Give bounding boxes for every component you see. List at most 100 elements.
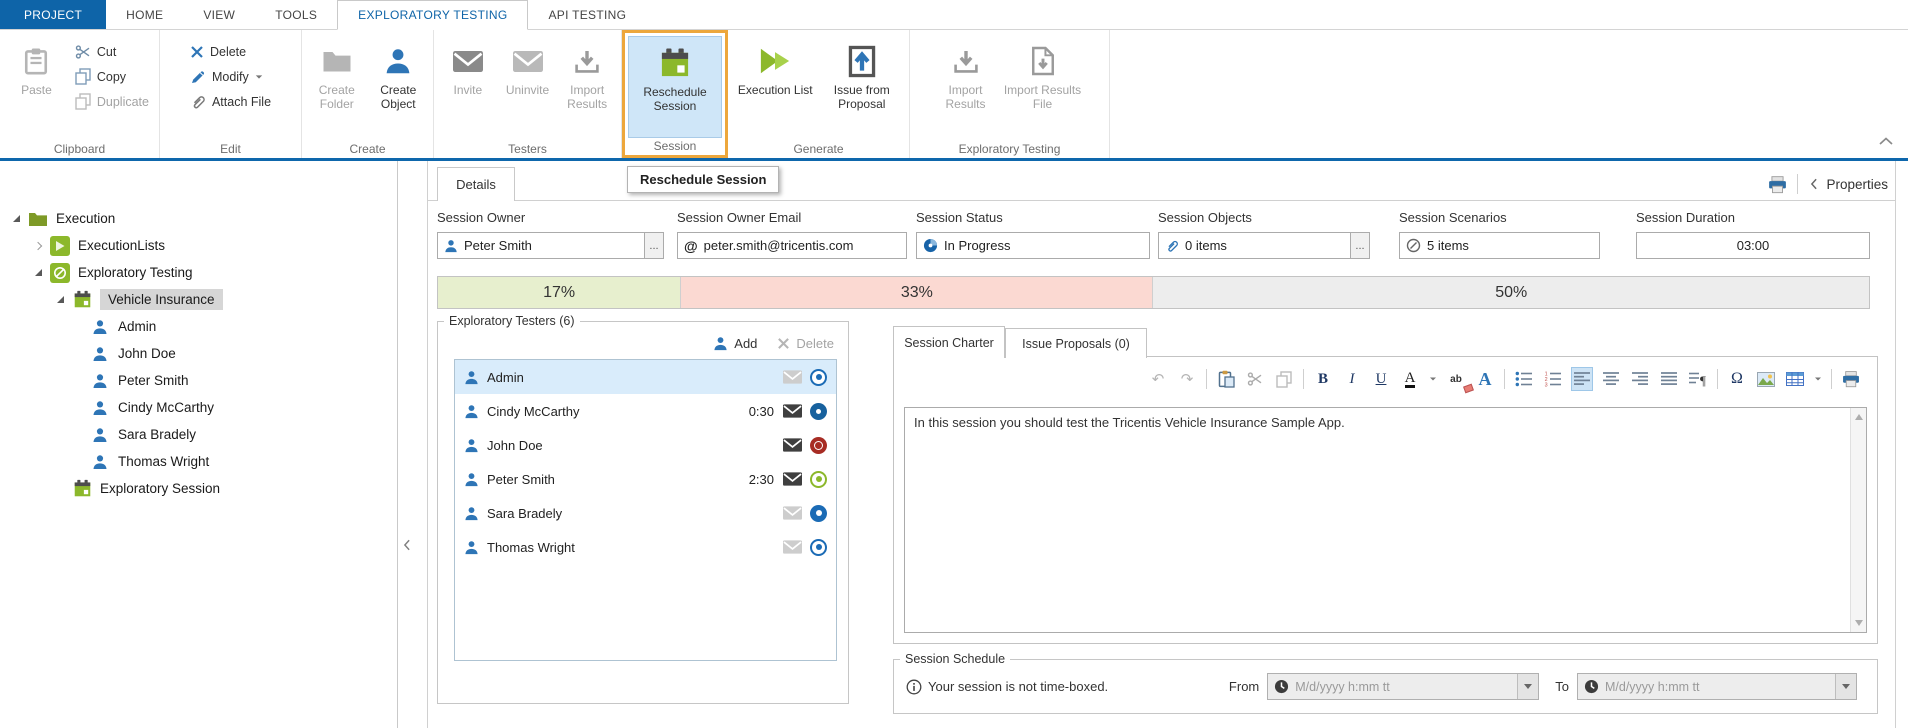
font-color-dropdown-caret[interactable] <box>1430 378 1436 381</box>
group-label-testers: Testers <box>434 142 621 156</box>
tab-session-charter[interactable]: Session Charter <box>893 326 1005 358</box>
delete-tester-button[interactable]: Delete <box>777 336 834 351</box>
uninvite-button[interactable]: Uninvite <box>500 35 556 133</box>
expander-icon[interactable] <box>10 213 22 225</box>
testers-import-results-button[interactable]: Import Results <box>559 35 615 133</box>
undo-icon[interactable]: ↶ <box>1148 368 1168 390</box>
session-objects-browse-button[interactable]: ... <box>1351 232 1370 259</box>
reschedule-session-button[interactable]: Reschedule Session <box>628 36 722 138</box>
tester-row-peter-smith[interactable]: Peter Smith 2:30 <box>455 462 836 496</box>
charter-text-area[interactable]: In this session you should test the Tric… <box>904 407 1867 633</box>
tab-tools[interactable]: TOOLS <box>255 0 337 29</box>
create-folder-button[interactable]: Create Folder <box>308 35 366 133</box>
mail-icon[interactable] <box>783 438 802 452</box>
session-owner-browse-button[interactable]: ... <box>645 232 664 259</box>
session-status-input[interactable]: In Progress <box>916 232 1150 259</box>
modify-button[interactable]: Modify <box>186 64 275 89</box>
tab-exploratory-testing[interactable]: EXPLORATORY TESTING <box>337 0 528 30</box>
tab-api-testing[interactable]: API TESTING <box>528 0 646 29</box>
scroll-down-icon[interactable] <box>1855 620 1863 626</box>
tree-item-exploratory-testing[interactable]: Exploratory Testing <box>0 259 397 286</box>
cut-button[interactable]: Cut <box>71 39 153 64</box>
tree-item-execution[interactable]: Execution <box>0 205 397 232</box>
numbered-list-icon[interactable] <box>1543 368 1563 390</box>
tester-row-cindy-mccarthy[interactable]: Cindy McCarthy 0:30 <box>455 394 836 428</box>
expander-icon[interactable] <box>32 267 44 279</box>
session-objects-input[interactable]: 0 items <box>1158 232 1351 259</box>
highlight-button[interactable]: ab <box>1446 368 1466 390</box>
tree-item-executionlists[interactable]: ExecutionLists <box>0 232 397 259</box>
session-duration-input[interactable]: 03:00 <box>1636 232 1870 259</box>
tree-item-peter-smith[interactable]: Peter Smith <box>0 367 397 394</box>
tree-item-admin[interactable]: Admin <box>0 313 397 340</box>
to-dropdown-button[interactable] <box>1835 674 1856 699</box>
tree-item-exploratory-session[interactable]: Exploratory Session <box>0 475 397 502</box>
bold-button[interactable]: B <box>1313 368 1333 390</box>
tree-item-vehicle-insurance[interactable]: Vehicle Insurance <box>0 286 397 313</box>
justify-icon[interactable] <box>1659 368 1679 390</box>
tab-project[interactable]: PROJECT <box>0 0 106 29</box>
paste-icon[interactable] <box>1216 368 1236 390</box>
tab-view[interactable]: VIEW <box>183 0 255 29</box>
charter-scrollbar[interactable] <box>1850 408 1866 632</box>
tree-item-cindy-mccarthy[interactable]: Cindy McCarthy <box>0 394 397 421</box>
tab-issue-proposals[interactable]: Issue Proposals (0) <box>1005 328 1147 358</box>
duplicate-button[interactable]: Duplicate <box>71 89 153 114</box>
copy-icon[interactable] <box>1274 368 1294 390</box>
tab-home[interactable]: HOME <box>106 0 183 29</box>
tree-item-thomas-wright[interactable]: Thomas Wright <box>0 448 397 475</box>
session-owner-input[interactable]: Peter Smith <box>437 232 645 259</box>
align-center-icon[interactable] <box>1601 368 1621 390</box>
redo-icon[interactable]: ↷ <box>1177 368 1197 390</box>
delete-button[interactable]: Delete <box>186 39 275 64</box>
bullet-list-icon[interactable] <box>1514 368 1534 390</box>
session-scenarios-input[interactable]: 5 items <box>1399 232 1600 259</box>
print-icon[interactable] <box>1841 368 1861 390</box>
table-dropdown-caret[interactable] <box>1815 378 1821 381</box>
execution-list-button[interactable]: Execution List <box>734 35 817 133</box>
paragraph-format-icon[interactable] <box>1688 368 1708 390</box>
insert-table-icon[interactable] <box>1785 368 1805 390</box>
tester-row-sara-bradely[interactable]: Sara Bradely <box>455 496 836 530</box>
mail-icon[interactable] <box>783 404 802 418</box>
tester-row-thomas-wright[interactable]: Thomas Wright <box>455 530 836 564</box>
create-object-button[interactable]: Create Object <box>370 35 428 133</box>
copy-button[interactable]: Copy <box>71 64 153 89</box>
add-tester-button[interactable]: Add <box>713 336 757 351</box>
scroll-up-icon[interactable] <box>1855 414 1863 420</box>
tester-row-john-doe[interactable]: John Doe <box>455 428 836 462</box>
properties-button[interactable]: Properties <box>1808 177 1888 192</box>
issue-from-proposal-button[interactable]: Issue from Proposal <box>821 35 904 133</box>
cut-icon[interactable] <box>1245 368 1265 390</box>
font-color-button[interactable]: A <box>1405 371 1416 388</box>
mail-icon[interactable] <box>783 370 802 384</box>
invite-button[interactable]: Invite <box>440 35 496 133</box>
align-right-icon[interactable] <box>1630 368 1650 390</box>
attach-file-button[interactable]: Attach File <box>186 89 275 114</box>
collapse-ribbon-icon[interactable] <box>1878 136 1894 146</box>
tree-item-john-doe[interactable]: John Doe <box>0 340 397 367</box>
to-datetime-input[interactable]: M/d/yyyy h:mm tt <box>1577 673 1857 700</box>
underline-button[interactable]: U <box>1371 368 1391 390</box>
mail-icon[interactable] <box>783 540 802 554</box>
tree-item-sara-bradely[interactable]: Sara Bradely <box>0 421 397 448</box>
from-datetime-input[interactable]: M/d/yyyy h:mm tt <box>1267 673 1539 700</box>
expander-icon[interactable] <box>54 294 66 306</box>
tab-details[interactable]: Details <box>437 167 515 201</box>
collapse-tree-panel-icon[interactable] <box>399 534 415 556</box>
mail-icon[interactable] <box>783 472 802 486</box>
paste-button[interactable]: Paste <box>6 35 67 133</box>
mail-icon[interactable] <box>783 506 802 520</box>
expander-icon[interactable] <box>32 240 44 252</box>
insert-image-icon[interactable] <box>1756 368 1776 390</box>
session-owner-email-input[interactable]: @ peter.smith@tricentis.com <box>677 232 907 259</box>
print-icon[interactable] <box>1768 175 1787 194</box>
et-import-results-file-button[interactable]: Import Results File <box>1001 35 1085 133</box>
from-dropdown-button[interactable] <box>1517 674 1538 699</box>
align-left-icon[interactable] <box>1572 368 1592 390</box>
special-character-button[interactable]: Ω <box>1727 368 1747 390</box>
italic-button[interactable]: I <box>1342 368 1362 390</box>
et-import-results-button[interactable]: Import Results <box>935 35 997 133</box>
font-button[interactable]: A <box>1475 368 1495 390</box>
tester-row-admin[interactable]: Admin <box>455 360 836 394</box>
